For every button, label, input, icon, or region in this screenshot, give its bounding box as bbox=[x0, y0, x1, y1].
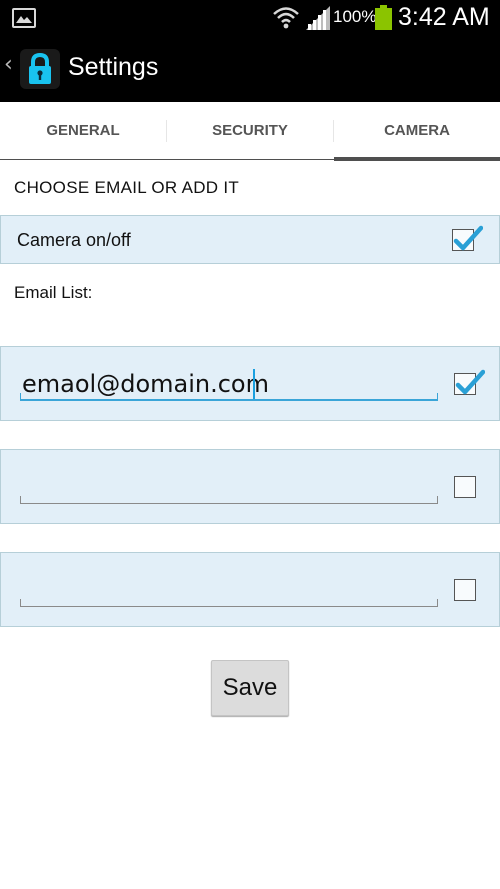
wifi-icon bbox=[273, 7, 299, 29]
tab-bar: GENERAL SECURITY CAMERA bbox=[0, 102, 500, 161]
email-field-underline bbox=[20, 496, 438, 504]
tab-camera[interactable]: CAMERA bbox=[334, 102, 500, 161]
signal-icon bbox=[306, 6, 330, 30]
check-icon bbox=[455, 369, 485, 395]
email-checkbox[interactable] bbox=[454, 476, 476, 498]
battery-percent: 100% bbox=[333, 7, 377, 26]
camera-toggle-checkbox[interactable] bbox=[452, 225, 483, 251]
email-row bbox=[0, 552, 500, 627]
battery-icon bbox=[375, 5, 392, 30]
up-navigation-icon[interactable]: ‹ bbox=[4, 52, 13, 77]
text-cursor bbox=[253, 369, 255, 399]
email-field-underline bbox=[20, 393, 438, 401]
save-button[interactable]: Save bbox=[211, 660, 289, 716]
email-checkbox[interactable] bbox=[454, 369, 485, 395]
camera-toggle-label: Camera on/off bbox=[17, 230, 131, 250]
email-list-label: Email List: bbox=[14, 283, 93, 302]
email-field-underline bbox=[20, 599, 438, 607]
status-bar: 100% 3:42 AM bbox=[0, 0, 500, 36]
check-icon bbox=[453, 225, 483, 251]
action-bar: ‹ Settings bbox=[0, 36, 500, 102]
section-heading: CHOOSE EMAIL OR ADD IT bbox=[14, 178, 240, 197]
tab-security[interactable]: SECURITY bbox=[167, 102, 333, 160]
lock-icon[interactable] bbox=[20, 49, 60, 89]
tab-general[interactable]: GENERAL bbox=[0, 102, 166, 160]
email-row bbox=[0, 449, 500, 524]
page-title: Settings bbox=[68, 53, 159, 81]
clock: 3:42 AM bbox=[398, 3, 490, 31]
email-checkbox[interactable] bbox=[454, 579, 476, 601]
selected-tab-indicator bbox=[334, 157, 500, 161]
camera-toggle-row[interactable]: Camera on/off bbox=[0, 215, 500, 264]
tab-camera-label: CAMERA bbox=[384, 122, 450, 139]
email-row bbox=[0, 346, 500, 421]
gallery-notification-icon bbox=[12, 8, 36, 28]
